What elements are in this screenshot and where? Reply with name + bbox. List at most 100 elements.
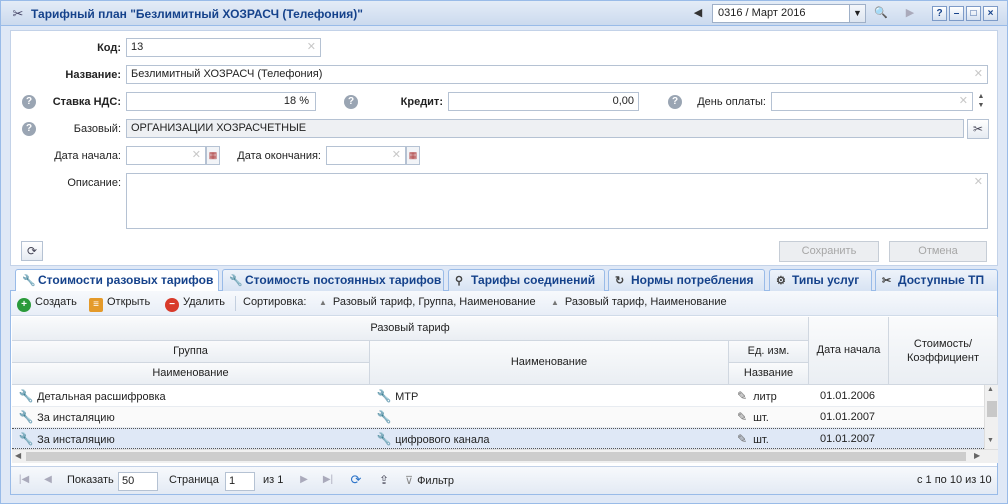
clear-icon[interactable]: ✕: [959, 93, 968, 110]
table-row[interactable]: 🔧 Детальная расшифровка 🔧 МТР ✎ литр 01.…: [12, 386, 984, 407]
close-button[interactable]: ×: [983, 6, 998, 21]
clear-icon[interactable]: ✕: [392, 147, 401, 164]
tariffs-grid-panel: + Создать ≡ Открыть − Удалить Сортировка: ▲…: [10, 291, 998, 495]
table-row[interactable]: 🔧 За инсталяцию 🔧 ✎ шт. 01.01.2007: [12, 407, 984, 428]
tab-one-time-tariffs[interactable]: 🔧 Стоимости разовых тарифов: [15, 269, 219, 292]
payday-label: День оплаты:: [697, 96, 766, 108]
header-cost[interactable]: Стоимость/ Коэффициент: [889, 317, 998, 385]
header-name[interactable]: Наименование: [370, 341, 729, 385]
next-period-icon[interactable]: ▶: [901, 5, 919, 22]
help-icon[interactable]: ?: [22, 95, 36, 109]
sort-asc-icon: ▲: [319, 298, 327, 307]
tools-icon: ✂: [12, 6, 24, 21]
maximize-button[interactable]: □: [966, 6, 981, 21]
help-button[interactable]: ?: [932, 6, 947, 21]
name-label: Название:: [65, 69, 121, 81]
plus-icon: +: [17, 298, 31, 312]
vat-input[interactable]: 18 %: [126, 92, 316, 111]
save-button[interactable]: Сохранить: [779, 241, 879, 262]
grid-toolbar: + Создать ≡ Открыть − Удалить Сортировка: ▲…: [11, 291, 997, 316]
code-input[interactable]: 13 ✕: [126, 38, 321, 57]
wrench-icon: 🔧: [376, 410, 392, 424]
wrench-icon: 🔧: [229, 275, 243, 287]
scroll-left-icon[interactable]: ◀: [15, 451, 21, 460]
header-group-name[interactable]: Наименование: [12, 363, 370, 385]
scroll-thumb[interactable]: [26, 452, 966, 461]
delete-button[interactable]: − Удалить: [165, 296, 225, 312]
page-count-label: из 1: [263, 474, 284, 486]
tab-service-types[interactable]: ⚙ Типы услуг: [769, 269, 872, 291]
toolbar-separator: [235, 296, 236, 311]
last-page-icon[interactable]: ▶|: [321, 473, 335, 487]
open-button[interactable]: ≡ Открыть: [89, 296, 150, 312]
header-group[interactable]: Группа: [12, 341, 370, 363]
scroll-up-icon[interactable]: ▲: [987, 386, 994, 393]
page-input[interactable]: 1: [225, 472, 255, 491]
spinner-icon[interactable]: ▲ ▼: [975, 92, 987, 111]
wrench-icon: 🔧: [18, 432, 34, 446]
filter-button[interactable]: ⊽ Фильтр: [405, 474, 454, 487]
minimize-button[interactable]: –: [949, 6, 964, 21]
period-select[interactable]: 0316 / Март 2016 ▼: [712, 4, 866, 23]
export-icon[interactable]: ⇪: [377, 473, 391, 487]
scroll-thumb[interactable]: [987, 401, 997, 417]
clear-icon[interactable]: ✕: [192, 147, 201, 164]
refresh-icon[interactable]: ⟳: [349, 473, 363, 487]
document-icon: ≡: [89, 298, 103, 312]
tab-permanent-tariffs[interactable]: 🔧 Стоимость постоянных тарифов: [222, 269, 444, 291]
cancel-button[interactable]: Отмена: [889, 241, 987, 262]
tools-icon: ✂: [882, 275, 892, 287]
tab-available-plans[interactable]: ✂ Доступные ТП: [875, 269, 998, 291]
tabs-bar: 🔧 Стоимости разовых тарифов 🔧 Стоимость по…: [10, 267, 998, 292]
search-icon[interactable]: 🔍: [872, 5, 890, 22]
description-label: Описание:: [67, 177, 121, 189]
filter-icon: ⊽: [405, 475, 414, 487]
help-icon[interactable]: ?: [344, 95, 358, 109]
clear-icon[interactable]: ✕: [974, 66, 983, 83]
tab-connection-tariffs[interactable]: ⚲ Тарифы соединений: [448, 269, 605, 291]
pager-bar: |◀ ◀ Показать 50 Страница 1 из 1 ▶ ▶| ⟳ …: [11, 466, 997, 494]
prev-page-icon[interactable]: ◀: [41, 473, 55, 487]
credit-input[interactable]: 0,00: [448, 92, 639, 111]
tab-consumption-norms[interactable]: ↻ Нормы потребления: [608, 269, 765, 291]
first-page-icon[interactable]: |◀: [17, 473, 31, 487]
header-unit: Ед. изм.: [729, 341, 809, 363]
wrench-icon: 🔧: [376, 389, 392, 403]
table-row[interactable]: 🔧 За инсталяцию 🔧 цифрового канала ✎ шт.…: [12, 428, 984, 449]
minus-icon: −: [165, 298, 179, 312]
help-icon[interactable]: ?: [22, 122, 36, 136]
ruler-icon: ✎: [736, 389, 748, 403]
clear-icon[interactable]: ✕: [307, 39, 316, 56]
prev-period-icon[interactable]: ◀: [689, 5, 707, 22]
calendar-icon[interactable]: ▦: [206, 146, 220, 165]
tools-icon[interactable]: ✂: [967, 119, 989, 139]
sort-option-1[interactable]: ▲ Разовый тариф, Группа, Наименование: [319, 296, 536, 308]
page-size-input[interactable]: 50: [118, 472, 158, 491]
tariff-plan-window: ✂ Тарифный план "Безлимитный ХОЗРАСЧ (Те…: [0, 0, 1008, 504]
clear-icon[interactable]: ✕: [974, 174, 983, 191]
create-button[interactable]: + Создать: [17, 296, 77, 312]
help-icon[interactable]: ?: [668, 95, 682, 109]
payday-input[interactable]: ✕: [771, 92, 973, 111]
wrench-icon: 🔧: [376, 432, 392, 446]
header-unit-name[interactable]: Название: [729, 363, 809, 385]
header-start-date[interactable]: Дата начала: [809, 317, 889, 385]
wrench-icon: 🔧: [18, 410, 34, 424]
scroll-down-icon[interactable]: ▼: [987, 437, 994, 444]
sort-option-2[interactable]: ▲ Разовый тариф, Наименование: [551, 296, 727, 308]
calendar-icon[interactable]: ▦: [406, 146, 420, 165]
horizontal-scrollbar[interactable]: ◀ ▶: [12, 449, 998, 463]
refresh-icon[interactable]: ⟳: [21, 241, 43, 261]
vertical-scrollbar[interactable]: ▲ ▼: [984, 385, 998, 449]
chevron-down-icon[interactable]: ▼: [849, 5, 865, 22]
name-input[interactable]: Безлимитный ХОЗРАСЧ (Телефония) ✕: [126, 65, 988, 84]
records-range: с 1 по 10 из 10: [917, 474, 992, 486]
description-textarea[interactable]: ✕: [126, 173, 988, 229]
base-input[interactable]: ОРГАНИЗАЦИИ ХОЗРАСЧЕТНЫЕ: [126, 119, 964, 138]
start-date-input[interactable]: ✕: [126, 146, 206, 165]
end-date-input[interactable]: ✕: [326, 146, 406, 165]
scroll-right-icon[interactable]: ▶: [974, 451, 980, 460]
next-page-icon[interactable]: ▶: [297, 473, 311, 487]
ruler-icon: ✎: [736, 432, 748, 446]
sort-asc-icon: ▲: [551, 298, 559, 307]
